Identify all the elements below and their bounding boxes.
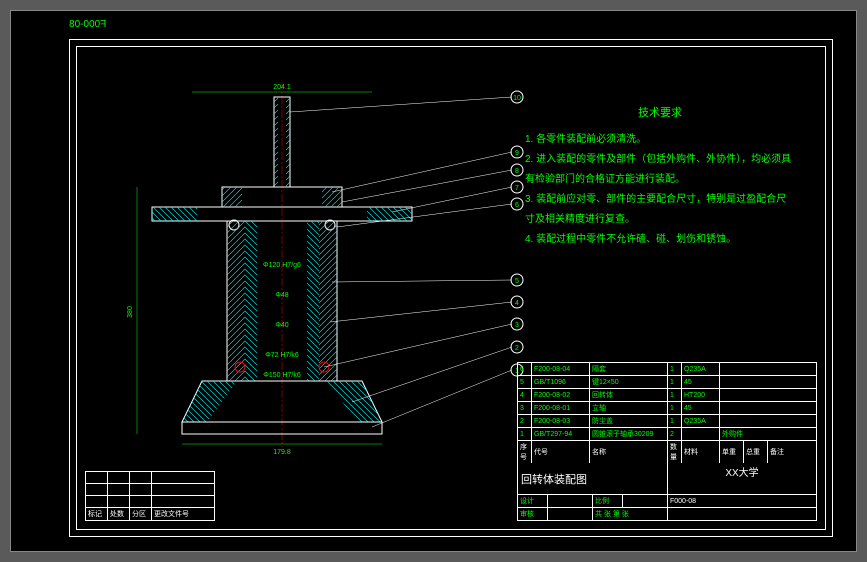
svg-text:5: 5 bbox=[515, 278, 519, 285]
title-block: 6F200-08-04隔套1Q235A 5GB/T1096键12×50145 4… bbox=[517, 362, 817, 521]
technical-notes: 技术要求 1. 各零件装配前必须清洗。 2. 进入装配的零件及部件（包括外购件、… bbox=[525, 102, 795, 250]
mechanical-drawing: 204.1 380 179.8 Φ120 H7/g6 Φ48 Φ40 Φ72 H… bbox=[92, 62, 532, 462]
parts-row: 2F200-08-03防尘盖1Q235A bbox=[518, 415, 816, 428]
parts-row: 4F200-08-02回转体1HT200 bbox=[518, 389, 816, 402]
cad-window: F000-08 bbox=[10, 10, 857, 552]
svg-text:9: 9 bbox=[515, 150, 519, 157]
drawing-area[interactable]: 204.1 380 179.8 Φ120 H7/g6 Φ48 Φ40 Φ72 H… bbox=[92, 62, 515, 449]
note-4: 4. 装配过程中零件不允许磕、碰、划伤和锈蚀。 bbox=[525, 230, 795, 250]
inner-frame: 204.1 380 179.8 Φ120 H7/g6 Φ48 Φ40 Φ72 H… bbox=[76, 46, 826, 530]
parts-header: 序号 代号 名称 数量 材料 单重 总重 备注 bbox=[518, 441, 816, 463]
dim-fit3: Φ40 bbox=[275, 322, 288, 329]
svg-text:2: 2 bbox=[515, 345, 519, 352]
drawing-number: F000-08 bbox=[668, 495, 816, 507]
svg-text:4: 4 bbox=[515, 300, 519, 307]
parts-row: 1GB/T297-94圆锥滚子轴承302092外购件 bbox=[518, 428, 816, 441]
svg-text:8: 8 bbox=[515, 168, 519, 175]
revision-block: 标记 处数 分区 更改文件号 bbox=[85, 471, 215, 521]
drawing-title: 回转体装配图 bbox=[518, 463, 668, 494]
note-1: 1. 各零件装配前必须清洗。 bbox=[525, 130, 795, 150]
notes-title: 技术要求 bbox=[525, 102, 795, 124]
company-name: XX大学 bbox=[725, 464, 758, 479]
dim-height: 380 bbox=[127, 306, 134, 318]
dim-fit5: Φ150 H7/k6 bbox=[263, 372, 301, 379]
drawing-frame: 204.1 380 179.8 Φ120 H7/g6 Φ48 Φ40 Φ72 H… bbox=[69, 39, 833, 537]
svg-text:7: 7 bbox=[515, 185, 519, 192]
parts-row: 3F200-08-01立轴145 bbox=[518, 402, 816, 415]
note-2: 2. 进入装配的零件及部件（包括外购件、外协件），均必须具有检验部门的合格证方能… bbox=[525, 150, 795, 190]
svg-text:10: 10 bbox=[513, 95, 521, 102]
dim-fit2: Φ48 bbox=[275, 292, 288, 299]
parts-row: 5GB/T1096键12×50145 bbox=[518, 376, 816, 389]
svg-text:3: 3 bbox=[515, 322, 519, 329]
dim-top: 204.1 bbox=[273, 84, 291, 91]
dim-bottom: 179.8 bbox=[273, 449, 291, 456]
file-label-mirrored: F000-08 bbox=[69, 19, 106, 30]
note-3: 3. 装配前应对零、部件的主要配合尺寸，特别是过盈配合尺寸及相关精度进行复查。 bbox=[525, 190, 795, 230]
svg-text:6: 6 bbox=[515, 202, 519, 209]
parts-list: 6F200-08-04隔套1Q235A 5GB/T1096键12×50145 4… bbox=[518, 363, 816, 463]
parts-row: 6F200-08-04隔套1Q235A bbox=[518, 363, 816, 376]
dim-fit4: Φ72 H7/k6 bbox=[265, 352, 299, 359]
dim-fit1: Φ120 H7/g6 bbox=[263, 262, 301, 269]
